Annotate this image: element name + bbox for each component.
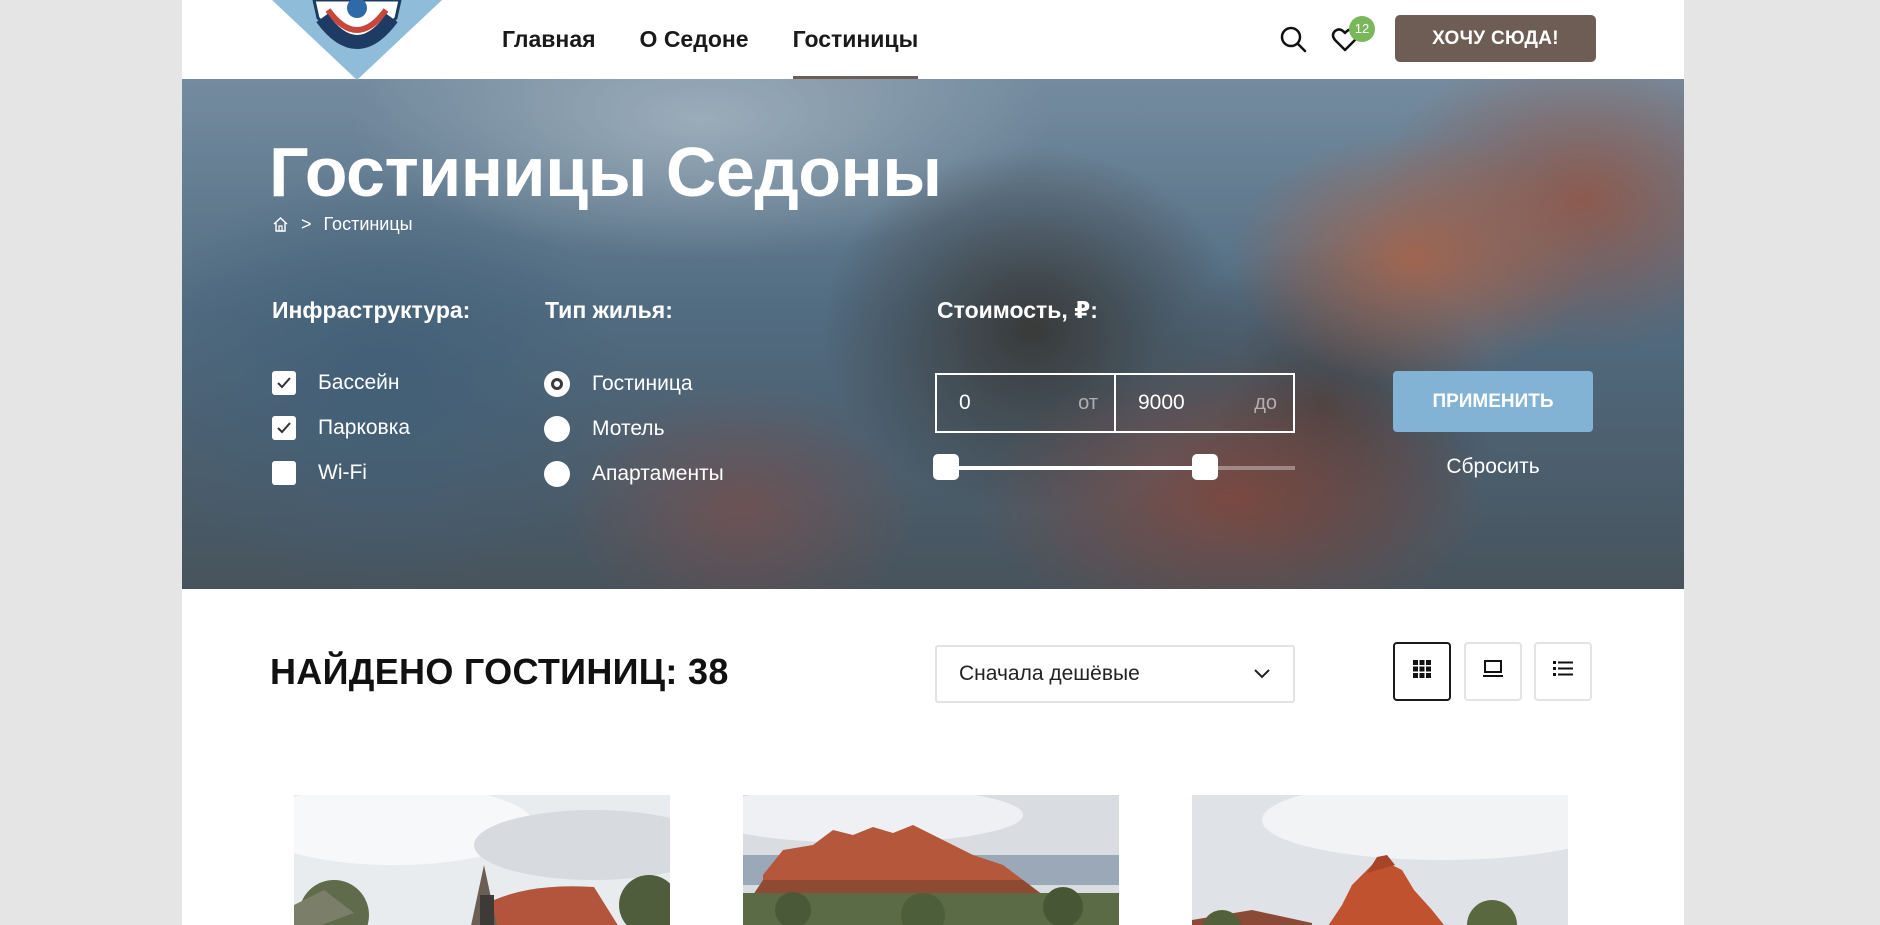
grid-view-button[interactable] [1393,642,1451,701]
radio-unselected-icon[interactable] [544,416,570,442]
price-to-unit: до [1254,391,1277,414]
card-view-icon [1482,659,1504,684]
checkbox-wifi[interactable]: Wi-Fi [272,461,367,485]
hero-banner: Гостиницы Седоны > Гостиницы Инфраструкт… [182,79,1684,589]
radio-motel[interactable]: Мотель [544,416,665,442]
breadcrumb-separator: > [301,214,312,234]
checkbox-unchecked-icon[interactable] [272,461,296,485]
nav-item-about[interactable]: О Седоне [640,0,749,79]
checkbox-checked-icon[interactable] [272,416,296,440]
checkbox-pool[interactable]: Бассейн [272,371,399,395]
housing-type-filter-title: Тип жилья: [545,297,673,323]
card-view-button[interactable] [1464,642,1522,701]
price-to-input[interactable]: 9000 до [1114,373,1295,433]
price-max-handle[interactable] [1192,454,1218,480]
site-header: Главная О Седоне Гостиницы 12 ХОЧУ СЮДА! [182,0,1684,82]
radio-label: Апартаменты [592,462,724,485]
breadcrumb: > Гостиницы [272,214,413,235]
hotel-card-image[interactable] [1192,795,1568,925]
radio-selected-icon[interactable] [544,371,570,397]
checkbox-label: Wi-Fi [318,461,367,484]
price-min-handle[interactable] [932,454,959,480]
hotel-card-image[interactable] [743,795,1119,925]
price-filter-title: Стоимость, ₽: [937,297,1098,323]
list-view-icon [1552,659,1574,684]
home-icon[interactable] [272,216,289,233]
radio-label: Мотель [592,417,665,440]
price-range-fill [945,466,1205,470]
price-to-value: 9000 [1138,391,1185,414]
favorites-count-badge: 12 [1349,16,1375,42]
checkbox-label: Бассейн [318,371,400,394]
list-view-button[interactable] [1534,642,1592,701]
want-here-button[interactable]: ХОЧУ СЮДА! [1395,15,1596,62]
radio-apartments[interactable]: Апартаменты [544,461,724,487]
main-nav: Главная О Седоне Гостиницы [502,0,918,79]
price-from-value: 0 [959,391,971,414]
price-from-input[interactable]: 0 от [935,373,1116,433]
radio-unselected-icon[interactable] [544,461,570,487]
radio-label: Гостиница [592,372,693,395]
checkbox-label: Парковка [318,416,411,439]
chevron-down-icon [1253,662,1271,686]
radio-hotel[interactable]: Гостиница [544,371,693,397]
hotel-card-image[interactable] [294,795,670,925]
checkbox-checked-icon[interactable] [272,371,296,395]
results-count-heading: НАЙДЕНО ГОСТИНИЦ: 38 [270,651,729,692]
city-of-sedona-logo[interactable] [272,0,442,82]
sort-select-value: Сначала дешёвые [959,662,1140,685]
checkbox-parking[interactable]: Парковка [272,416,410,440]
breadcrumb-current: Гостиницы [323,214,413,234]
nav-item-home[interactable]: Главная [502,0,596,79]
sort-select[interactable]: Сначала дешёвые [935,645,1295,703]
grid-view-icon [1412,659,1432,684]
apply-filters-button[interactable]: ПРИМЕНИТЬ [1393,371,1593,432]
nav-item-hotels[interactable]: Гостиницы [792,0,918,79]
price-from-unit: от [1078,391,1098,414]
price-range-slider[interactable] [932,454,1295,480]
page-title: Гостиницы Седоны [269,133,942,211]
reset-filters-link[interactable]: Сбросить [1393,455,1593,479]
search-icon[interactable] [1276,22,1310,56]
page: Главная О Седоне Гостиницы 12 ХОЧУ СЮДА!… [182,0,1684,925]
infrastructure-filter-title: Инфраструктура: [272,297,471,323]
